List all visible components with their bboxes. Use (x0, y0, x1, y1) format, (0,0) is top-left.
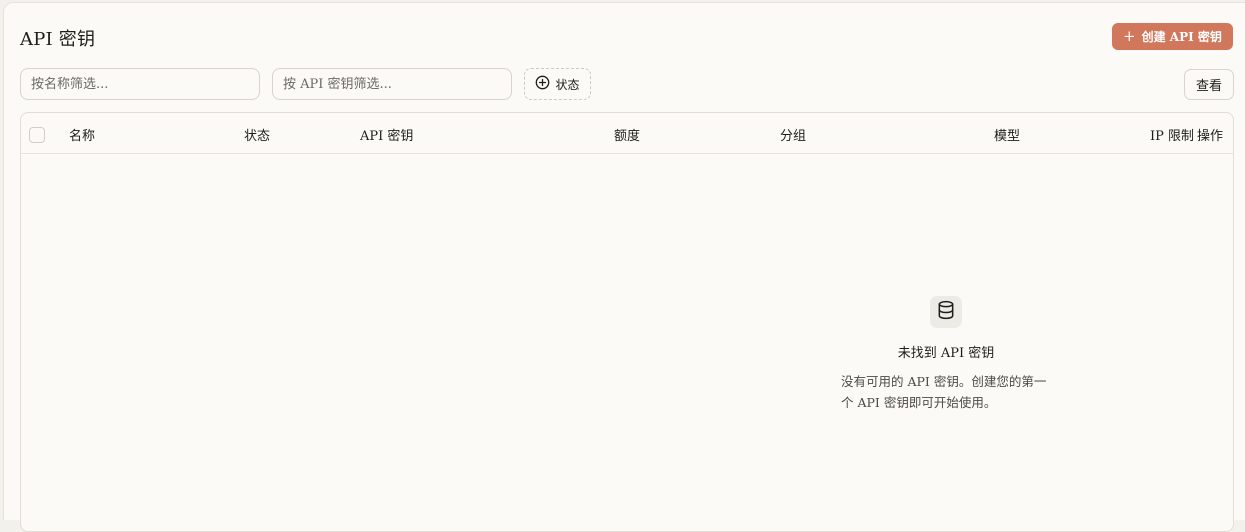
column-header-ip-limit[interactable]: IP 限制 (1150, 125, 1193, 144)
name-filter-input[interactable] (20, 68, 260, 100)
api-keys-table: 名称 状态 API 密钥 额度 分组 模型 IP 限制 操作 未找到 API 密… (20, 112, 1234, 532)
column-header-api-key[interactable]: API 密钥 (360, 125, 413, 144)
select-all-checkbox[interactable] (29, 127, 45, 143)
api-key-filter-input[interactable] (272, 68, 512, 100)
empty-state-title: 未找到 API 密钥 (897, 346, 995, 361)
plus-icon: + (1123, 26, 1136, 45)
empty-state: 未找到 API 密钥 没有可用的 API 密钥。创建您的第一个 API 密钥即可… (821, 296, 1071, 413)
create-api-key-button[interactable]: + 创建 API 密钥 (1112, 23, 1233, 50)
status-filter-button[interactable]: 状态 (524, 68, 591, 100)
column-header-quota[interactable]: 额度 (614, 125, 640, 144)
create-api-key-label: 创建 API 密钥 (1141, 30, 1222, 44)
empty-state-icon-box (930, 296, 962, 328)
column-header-group[interactable]: 分组 (780, 125, 806, 144)
api-keys-panel: API 密钥 + 创建 API 密钥 状态 查看 名称 状态 API 密钥 额度… (3, 2, 1245, 532)
empty-state-description: 没有可用的 API 密钥。创建您的第一个 API 密钥即可开始使用。 (841, 374, 1047, 410)
status-filter-label: 状态 (555, 77, 580, 92)
database-icon (936, 300, 956, 324)
table-header: 名称 状态 API 密钥 额度 分组 模型 IP 限制 操作 (21, 113, 1233, 154)
plus-circle-icon (535, 75, 550, 93)
column-header-actions: 操作 (1197, 129, 1224, 144)
page-title: API 密钥 (20, 29, 96, 50)
column-header-status[interactable]: 状态 (244, 125, 270, 144)
column-header-model[interactable]: 模型 (994, 125, 1020, 144)
view-options-button[interactable]: 查看 (1184, 69, 1234, 100)
column-header-name[interactable]: 名称 (69, 125, 95, 144)
